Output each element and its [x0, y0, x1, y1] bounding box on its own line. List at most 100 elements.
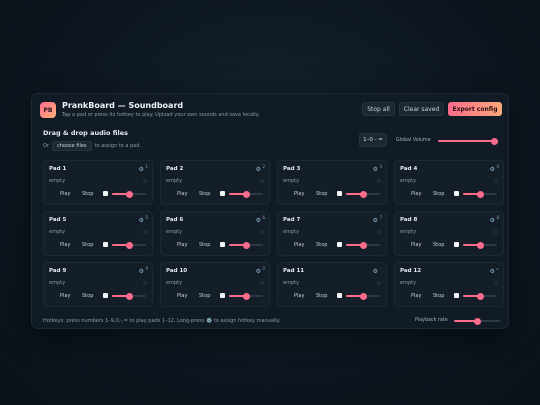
pad-stop-button[interactable]: Stop — [82, 242, 93, 248]
pad-stop-button[interactable]: Stop — [316, 191, 327, 197]
pad-11[interactable]: Pad 11 ⚙ - empty Play Stop — [277, 262, 387, 307]
pad-loop-checkbox[interactable] — [103, 242, 108, 247]
pad-loop-checkbox[interactable] — [103, 191, 108, 196]
gear-icon[interactable]: ⚙ — [256, 217, 261, 224]
pad-loop-checkbox[interactable] — [337, 242, 342, 247]
pad-hotkey: 7 — [379, 215, 382, 220]
pad-stop-button[interactable]: Stop — [199, 191, 210, 197]
stop-all-button[interactable]: Stop all — [362, 102, 395, 116]
pad-play-button[interactable]: Play — [294, 191, 304, 197]
pad-volume-knob[interactable] — [476, 241, 484, 249]
pad-play-button[interactable]: Play — [411, 242, 421, 248]
gear-icon[interactable]: ⚙ — [139, 166, 144, 173]
pad-stop-button[interactable]: Stop — [316, 242, 327, 248]
pad-stop-button[interactable]: Stop — [316, 293, 327, 299]
pad-volume-knob[interactable] — [359, 292, 367, 300]
pad-4[interactable]: Pad 4 ⚙ 4 empty Play Stop — [394, 160, 504, 205]
pad-stop-button[interactable]: Stop — [199, 293, 210, 299]
gear-icon[interactable]: ⚙ — [139, 268, 144, 275]
playback-rate-slider[interactable] — [454, 317, 500, 325]
pad-volume-knob[interactable] — [125, 190, 133, 198]
pad-stop-button[interactable]: Stop — [433, 191, 444, 197]
pad-1[interactable]: Pad 1 ⚙ 1 empty Play Stop — [43, 160, 153, 205]
soundboard-card: PB PrankBoard — Soundboard Tap a pad or … — [31, 93, 509, 329]
pad-play-button[interactable]: Play — [294, 242, 304, 248]
pad-play-button[interactable]: Play — [177, 191, 187, 197]
pad-volume-slider[interactable] — [112, 241, 146, 249]
gear-icon[interactable]: ⚙ — [490, 166, 495, 173]
pad-volume-slider[interactable] — [229, 241, 263, 249]
gear-icon[interactable]: ⚙ — [373, 268, 378, 275]
pad-volume-knob[interactable] — [242, 190, 250, 198]
gear-icon[interactable]: ⚙ — [256, 166, 261, 173]
pad-stop-button[interactable]: Stop — [199, 242, 210, 248]
clear-saved-button[interactable]: Clear saved — [399, 102, 444, 116]
pad-5[interactable]: Pad 5 ⚙ 5 empty Play Stop — [43, 211, 153, 256]
pad-indicator — [377, 281, 381, 285]
pad-stop-button[interactable]: Stop — [82, 191, 93, 197]
pad-play-button[interactable]: Play — [177, 293, 187, 299]
pad-stop-button[interactable]: Stop — [433, 242, 444, 248]
pad-volume-knob[interactable] — [125, 241, 133, 249]
pad-volume-slider[interactable] — [112, 292, 146, 300]
pad-volume-knob[interactable] — [242, 241, 250, 249]
pad-10[interactable]: Pad 10 ⚙ 0 empty Play Stop — [160, 262, 270, 307]
pad-volume-knob[interactable] — [125, 292, 133, 300]
pad-3[interactable]: Pad 3 ⚙ 3 empty Play Stop — [277, 160, 387, 205]
pad-volume-slider[interactable] — [463, 190, 497, 198]
global-volume-slider[interactable] — [438, 137, 498, 145]
pad-volume-slider[interactable] — [346, 292, 380, 300]
pad-7[interactable]: Pad 7 ⚙ 7 empty Play Stop — [277, 211, 387, 256]
pad-volume-knob[interactable] — [359, 241, 367, 249]
pad-status: empty — [400, 229, 417, 235]
pad-play-button[interactable]: Play — [60, 293, 70, 299]
pad-play-button[interactable]: Play — [411, 293, 421, 299]
pad-volume-slider[interactable] — [229, 190, 263, 198]
export-config-button[interactable]: Export config — [448, 102, 502, 116]
pad-loop-checkbox[interactable] — [337, 293, 342, 298]
choose-files-button[interactable]: choose files — [52, 141, 92, 151]
gear-icon[interactable]: ⚙ — [139, 217, 144, 224]
pad-volume-slider[interactable] — [112, 190, 146, 198]
pad-loop-checkbox[interactable] — [220, 293, 225, 298]
pad-status: empty — [283, 178, 300, 184]
pad-status: empty — [49, 178, 66, 184]
pad-volume-slider[interactable] — [229, 292, 263, 300]
pad-loop-checkbox[interactable] — [220, 191, 225, 196]
gear-icon[interactable]: ⚙ — [256, 268, 261, 275]
pad-volume-knob[interactable] — [359, 190, 367, 198]
gear-icon[interactable]: ⚙ — [490, 217, 495, 224]
pad-volume-slider[interactable] — [346, 190, 380, 198]
pad-loop-checkbox[interactable] — [220, 242, 225, 247]
pad-8[interactable]: Pad 8 ⚙ 8 empty Play Stop — [394, 211, 504, 256]
pad-volume-knob[interactable] — [242, 292, 250, 300]
gear-icon[interactable]: ⚙ — [373, 217, 378, 224]
pad-play-button[interactable]: Play — [60, 242, 70, 248]
pad-2[interactable]: Pad 2 ⚙ 2 empty Play Stop — [160, 160, 270, 205]
pad-volume-slider[interactable] — [463, 241, 497, 249]
pad-loop-checkbox[interactable] — [454, 191, 459, 196]
pad-play-button[interactable]: Play — [60, 191, 70, 197]
pad-play-button[interactable]: Play — [177, 242, 187, 248]
pad-loop-checkbox[interactable] — [103, 293, 108, 298]
pad-12[interactable]: Pad 12 ⚙ = empty Play Stop — [394, 262, 504, 307]
playback-rate-knob[interactable] — [473, 317, 481, 325]
pad-loop-checkbox[interactable] — [454, 242, 459, 247]
pad-loop-checkbox[interactable] — [337, 191, 342, 196]
pad-6[interactable]: Pad 6 ⚙ 6 empty Play Stop — [160, 211, 270, 256]
pad-play-button[interactable]: Play — [294, 293, 304, 299]
pad-stop-button[interactable]: Stop — [433, 293, 444, 299]
pad-stop-button[interactable]: Stop — [82, 293, 93, 299]
pad-hotkey: 0 — [262, 266, 265, 271]
pad-volume-knob[interactable] — [476, 292, 484, 300]
pad-9[interactable]: Pad 9 ⚙ 9 empty Play Stop — [43, 262, 153, 307]
pad-loop-checkbox[interactable] — [454, 293, 459, 298]
playback-rate-label: Playback rate — [415, 318, 448, 323]
global-volume-knob[interactable] — [490, 137, 498, 145]
pad-volume-slider[interactable] — [346, 241, 380, 249]
gear-icon[interactable]: ⚙ — [490, 268, 495, 275]
pad-play-button[interactable]: Play — [411, 191, 421, 197]
pad-volume-slider[interactable] — [463, 292, 497, 300]
pad-volume-knob[interactable] — [476, 190, 484, 198]
gear-icon[interactable]: ⚙ — [373, 166, 378, 173]
